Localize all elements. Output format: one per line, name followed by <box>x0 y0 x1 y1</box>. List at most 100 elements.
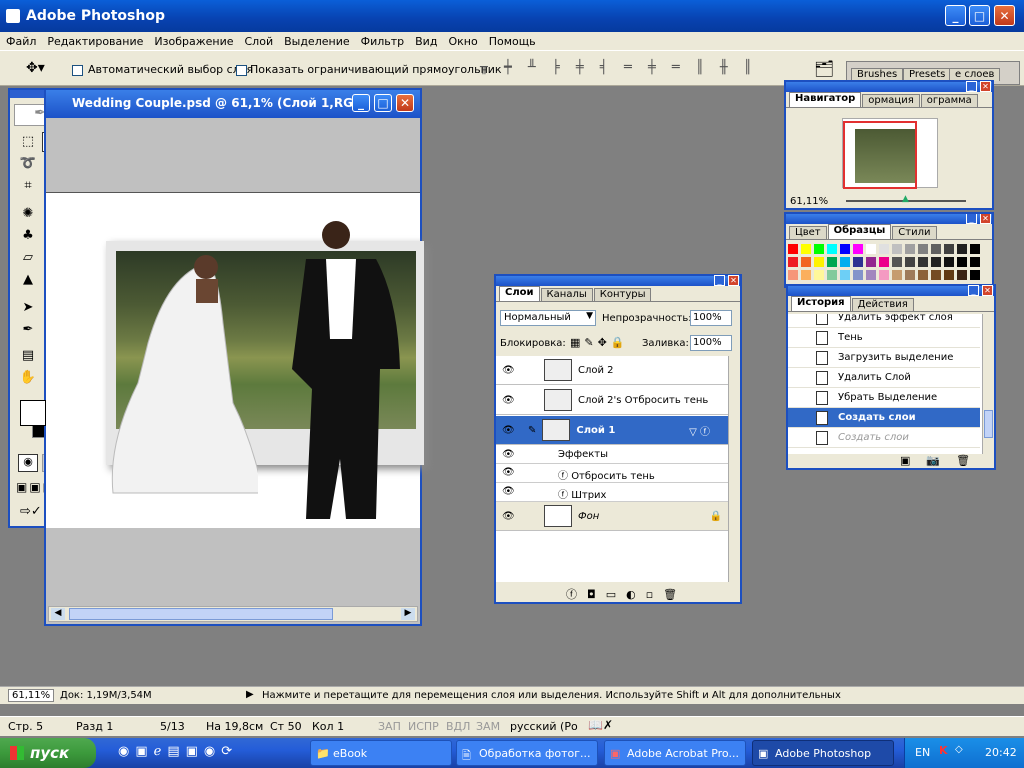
effect-row[interactable]: 👁 ⓕ Отбросить тень <box>496 464 728 483</box>
pen-tool-icon[interactable]: ✒ <box>18 320 38 340</box>
history-item[interactable]: Загрузить выделение <box>788 348 980 368</box>
color-swatch[interactable] <box>879 257 889 267</box>
color-swatch[interactable] <box>944 257 954 267</box>
tab-info[interactable]: ормация <box>862 94 920 107</box>
eye-icon[interactable]: 👁 <box>502 511 516 522</box>
history-item[interactable]: Создать слои <box>788 428 980 448</box>
notes-tool-icon[interactable]: ▤ <box>18 346 38 366</box>
menu-item[interactable]: Изображение <box>154 35 233 48</box>
color-swatch[interactable] <box>892 244 902 254</box>
word-flag[interactable]: ЗАМ <box>476 720 500 733</box>
palette-close-button[interactable]: ✕ <box>980 81 991 92</box>
align-buttons[interactable]: ╥ ┿ ╨ ╞ ╪ ╡ <box>480 60 614 75</box>
menu-item[interactable]: Помощь <box>489 35 536 48</box>
move-tool-icon[interactable]: ✥▾ <box>26 60 45 76</box>
swatch-grid[interactable] <box>788 244 982 284</box>
color-swatch[interactable] <box>827 244 837 254</box>
color-swatch[interactable] <box>905 257 915 267</box>
history-scroll-thumb[interactable] <box>984 410 993 438</box>
status-arrow-icon[interactable]: ▶ <box>246 689 254 700</box>
menu-item[interactable]: Вид <box>415 35 437 48</box>
auto-select-checkbox[interactable] <box>72 63 83 76</box>
color-swatch[interactable] <box>814 244 824 254</box>
lock-icons[interactable]: ▦✎✥🔒 <box>570 336 629 349</box>
history-item[interactable]: Удалить эффект слоя <box>788 314 980 328</box>
maximize-button[interactable]: □ <box>969 5 990 26</box>
canvas[interactable] <box>46 192 424 528</box>
color-swatch[interactable] <box>814 270 824 280</box>
tab-navigator[interactable]: Навигатор <box>789 92 862 107</box>
menu-item[interactable]: Окно <box>448 35 477 48</box>
scroll-left-arrow[interactable]: ◀ <box>51 608 65 620</box>
history-item[interactable]: Убрать Выделение <box>788 388 980 408</box>
word-flag[interactable]: ВДЛ <box>446 720 470 733</box>
tab-history[interactable]: История <box>791 296 851 311</box>
palette-close-button[interactable]: ✕ <box>982 285 993 296</box>
doc-minimize-button[interactable]: _ <box>352 94 370 112</box>
history-item[interactable]: Удалить Слой <box>788 368 980 388</box>
eye-icon[interactable]: 👁 <box>502 486 515 497</box>
color-swatch[interactable] <box>840 244 850 254</box>
palette-minimize-button[interactable]: _ <box>966 214 977 224</box>
tab-swatches[interactable]: Образцы <box>827 224 892 239</box>
spellcheck-icon[interactable]: 📖✗ <box>588 718 613 732</box>
doc-close-button[interactable]: ✕ <box>396 94 414 112</box>
effects-icon[interactable]: ▽ ⓕ <box>689 423 710 438</box>
color-swatch[interactable] <box>957 257 967 267</box>
color-swatch[interactable] <box>801 270 811 280</box>
color-swatch[interactable] <box>840 270 850 280</box>
color-swatch[interactable] <box>853 257 863 267</box>
tab-channels[interactable]: Каналы <box>540 288 593 301</box>
color-swatch[interactable] <box>866 257 876 267</box>
blur-tool-icon[interactable]: ▲ <box>18 270 38 290</box>
eye-icon[interactable]: 👁 <box>502 365 516 376</box>
marquee-tool-icon[interactable]: ⬚ <box>18 132 38 152</box>
palette-close-button[interactable]: ✕ <box>980 214 991 224</box>
color-swatch[interactable] <box>892 257 902 267</box>
word-flag[interactable]: ЗАП <box>378 720 401 733</box>
navigator-zoom-value[interactable]: 61,11% <box>790 196 828 207</box>
lasso-tool-icon[interactable]: ➰ <box>18 154 38 174</box>
color-swatch[interactable] <box>944 244 954 254</box>
healing-tool-icon[interactable]: ✺ <box>18 204 38 224</box>
close-button[interactable]: ✕ <box>994 5 1015 26</box>
layer-row[interactable]: 👁 Слой 2 <box>496 356 728 385</box>
layers-scrollbar[interactable] <box>728 356 740 582</box>
quick-launch-icons[interactable]: ◉▣ℯ▤▣◉⟳ <box>118 744 238 759</box>
palette-minimize-button[interactable]: _ <box>966 81 977 92</box>
palette-well-icon[interactable]: 🗂 <box>814 59 834 78</box>
scroll-thumb[interactable] <box>69 608 333 620</box>
color-swatch[interactable] <box>853 244 863 254</box>
menu-item[interactable]: Слой <box>245 35 274 48</box>
taskbar-item[interactable]: ▣ Adobe Acrobat Pro... <box>604 740 746 766</box>
standard-mode-icon[interactable]: ◉ <box>18 454 38 472</box>
palette-minimize-button[interactable]: _ <box>968 285 979 296</box>
history-item[interactable]: Создать слои <box>788 408 980 428</box>
eye-icon[interactable]: 👁 <box>502 467 515 478</box>
menu-item[interactable]: Файл <box>6 35 36 48</box>
tab-layers[interactable]: Слои <box>499 286 540 301</box>
doc-maximize-button[interactable]: □ <box>374 94 392 112</box>
word-flag[interactable]: ИСПР <box>408 720 439 733</box>
opacity-input[interactable]: 100% <box>690 310 732 326</box>
background-layer-row[interactable]: 👁 Фон 🔒 <box>496 502 728 531</box>
start-button[interactable]: пуск <box>0 738 96 768</box>
minimize-button[interactable]: _ <box>945 5 966 26</box>
color-swatch[interactable] <box>866 270 876 280</box>
status-zoom[interactable]: 61,11% <box>8 689 55 702</box>
color-swatch[interactable] <box>970 270 980 280</box>
color-swatch[interactable] <box>905 270 915 280</box>
color-swatch[interactable] <box>944 270 954 280</box>
layers-footer-icons[interactable]: ⓕ◘▭◐▫🗑 <box>566 586 687 602</box>
color-swatch[interactable] <box>788 270 798 280</box>
horizontal-scrollbar[interactable]: ◀ ▶ <box>48 606 418 622</box>
palette-minimize-button[interactable]: _ <box>714 275 725 286</box>
color-swatch[interactable] <box>879 244 889 254</box>
distribute-buttons[interactable]: ═ ╪ ═ ║ ╫ ║ <box>624 60 758 75</box>
tab-paths[interactable]: Контуры <box>593 288 652 301</box>
taskbar-item-active[interactable]: ▣ Adobe Photoshop <box>752 740 894 766</box>
color-swatch[interactable] <box>788 257 798 267</box>
blend-mode-select[interactable]: Нормальный ▼ <box>500 310 596 326</box>
palette-close-button[interactable]: ✕ <box>728 275 739 286</box>
tray-language[interactable]: EN <box>915 746 930 759</box>
